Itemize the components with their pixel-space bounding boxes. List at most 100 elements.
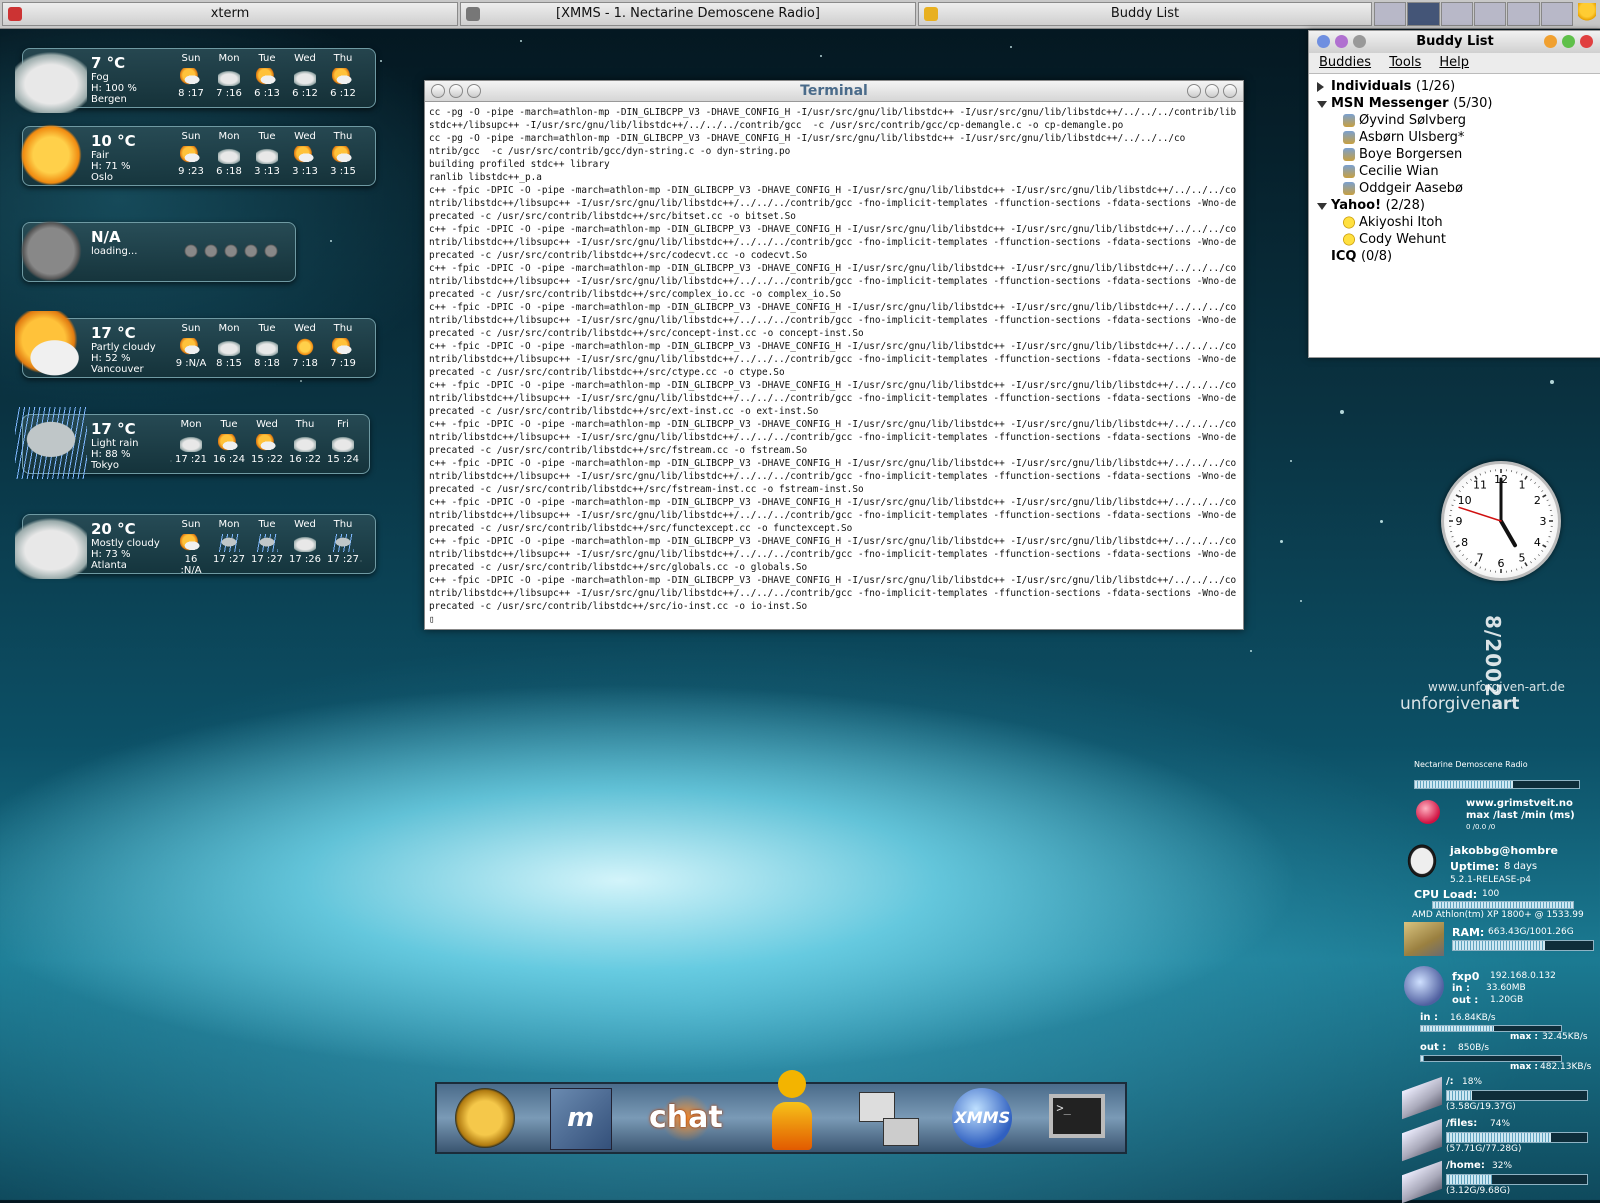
buddy-group[interactable]: Yahoo! (2/28) (1309, 197, 1600, 214)
thunder-icon (218, 534, 240, 552)
forecast-day-name: Mon (211, 519, 247, 530)
forecast-day-name: Tue (249, 53, 285, 64)
shade-button[interactable] (1335, 35, 1348, 48)
clock-tick (1549, 536, 1551, 537)
buddy-contact[interactable]: Akiyoshi Itoh (1309, 214, 1600, 231)
rate-in-value: 16.84KB/s (1450, 1013, 1496, 1023)
forecast-temps: 15 :24 (325, 454, 361, 465)
hard-disk-icon (1402, 1077, 1442, 1120)
workspace-3[interactable] (1441, 2, 1473, 26)
weather-widget[interactable]: N/Aloading... (22, 222, 296, 282)
buddy-contact[interactable]: Asbørn Ulsberg* (1309, 129, 1600, 146)
menu-help[interactable]: Help (1439, 55, 1469, 70)
weather-widget[interactable]: 17 °CPartly cloudyH: 52 %VancouverSun9 :… (22, 318, 376, 378)
workspace-1[interactable] (1374, 2, 1406, 26)
task-xterm[interactable]: xterm (2, 2, 458, 26)
expander-expanded-icon[interactable] (1317, 101, 1327, 108)
menu-tools[interactable]: Tools (1389, 55, 1421, 70)
menu-buddies[interactable]: Buddies (1319, 55, 1371, 70)
clock-tick (1549, 505, 1551, 506)
contact-name: Asbørn Ulsberg* (1359, 130, 1464, 145)
weather-widget[interactable]: 20 °CMostly cloudyH: 73 %AtlantaSun16 :N… (22, 514, 376, 574)
clock-numeral: 7 (1477, 551, 1484, 564)
task-xmms[interactable]: [XMMS - 1. Nectarine Demoscene Radio] (460, 2, 916, 26)
mail-dock-item[interactable] (451, 1084, 519, 1152)
forecast-day: Tue3 :13 (249, 131, 285, 177)
group-name: Individuals (1331, 79, 1411, 94)
weather-condition: Fog (91, 72, 177, 83)
clock-numeral: 11 (1473, 479, 1487, 492)
disk-usage: (3.12G/9.68G) (1446, 1186, 1510, 1196)
task-buddy-list[interactable]: Buddy List (918, 2, 1372, 26)
mozilla-dock-item[interactable]: m (546, 1084, 614, 1152)
clock-tick (1516, 472, 1517, 474)
maximize-button[interactable] (1562, 35, 1575, 48)
clock-tick (1480, 567, 1481, 569)
forecast-day: Thu7 :19 (325, 323, 361, 369)
buddy-contact[interactable]: Boye Borgersen (1309, 146, 1600, 163)
gaim-tray-icon[interactable] (1578, 3, 1596, 25)
expander-expanded-icon[interactable] (1317, 203, 1327, 210)
xchat-dock-item[interactable]: chat (641, 1084, 731, 1152)
close-button[interactable] (1223, 84, 1237, 98)
stick-button[interactable] (1353, 35, 1366, 48)
weather-temp: 7 °C (91, 54, 177, 72)
buddy-contact[interactable]: Øyvind Sølvberg (1309, 112, 1600, 129)
clock-tick (1530, 561, 1531, 563)
buddy-group[interactable]: Individuals (1/26) (1309, 78, 1600, 95)
close-button[interactable] (1580, 35, 1593, 48)
gaim-dock-item[interactable] (758, 1084, 826, 1152)
weather-humidity: H: 52 % (91, 353, 177, 364)
menu-button[interactable] (431, 84, 445, 98)
stick-button[interactable] (467, 84, 481, 98)
file-manager-dock-item[interactable] (853, 1084, 921, 1152)
forecast-temps: 7 :18 (287, 358, 323, 369)
forecast-temps: 17 :27 (211, 554, 247, 565)
buddy-group[interactable]: ICQ (0/8) (1309, 248, 1600, 265)
minimize-button[interactable] (1187, 84, 1201, 98)
expander-collapsed-icon[interactable] (1317, 82, 1324, 92)
buddy-list-window[interactable]: Buddy List Buddies Tools Help Individual… (1308, 30, 1600, 358)
terminal-window[interactable]: Terminal cc -pg -O -pipe -march=athlon-m… (424, 80, 1244, 630)
xmms-progress[interactable] (1414, 780, 1580, 789)
buddy-contact[interactable]: Cecilie Wian (1309, 163, 1600, 180)
brand-name: unforgiven (1400, 694, 1491, 714)
terminal-output[interactable]: cc -pg -O -pipe -march=athlon-mp -DIN_GL… (425, 102, 1243, 630)
forecast-day-name: Sun (173, 131, 209, 142)
analog-clock: 123456789101112 (1441, 461, 1561, 581)
terminal-titlebar[interactable]: Terminal (425, 81, 1243, 102)
forecast-temps: 3 :13 (287, 166, 323, 177)
net-out-value: 1.20GB (1490, 995, 1523, 1005)
msn-buddy-icon (1343, 148, 1355, 161)
cpu-model: AMD Athlon(tm) XP 1800+ @ 1533.99 (1412, 910, 1584, 920)
partly-sunny-icon (218, 434, 240, 452)
shade-button[interactable] (449, 84, 463, 98)
buddy-list-titlebar[interactable]: Buddy List (1309, 31, 1600, 53)
forecast-day: Mon 17 :27 (211, 519, 247, 565)
clock-tick (1459, 550, 1461, 551)
workspace-6[interactable] (1541, 2, 1573, 26)
workspace-pager[interactable] (1374, 2, 1574, 26)
menu-button[interactable] (1317, 35, 1330, 48)
weather-widget[interactable]: 10 °CFairH: 71 %OsloSun9 :23Mon6 :18Tue3… (22, 126, 376, 186)
xmms-dock-item[interactable]: XMMS (948, 1084, 1016, 1152)
clock-tick (1541, 550, 1543, 551)
buddy-contact[interactable]: Oddgeir Aasebø (1309, 180, 1600, 197)
weather-widget[interactable]: 7 °CFogH: 100 %BergenSun8 :17Mon7 :16Tue… (22, 48, 376, 108)
clock-tick (1466, 558, 1467, 559)
minimize-button[interactable] (1544, 35, 1557, 48)
workspace-4[interactable] (1474, 2, 1506, 26)
workspace-5[interactable] (1507, 2, 1539, 26)
cloudy-icon (294, 434, 316, 452)
maximize-button[interactable] (1205, 84, 1219, 98)
workspace-2[interactable] (1407, 2, 1439, 26)
weather-widget[interactable]: 17 °CLight rainH: 88 %TokyoMon17 :21Tue1… (22, 414, 370, 474)
terminal-dock-item[interactable]: >_ (1043, 1084, 1111, 1152)
clock-tick (1543, 495, 1546, 497)
rate-out-label: out : (1420, 1042, 1446, 1053)
forecast-temps: 9 :N/A (173, 358, 209, 369)
buddy-contact[interactable]: Cody Wehunt (1309, 231, 1600, 248)
buddy-group[interactable]: MSN Messenger (5/30) (1309, 95, 1600, 112)
clock-tick (1453, 541, 1455, 542)
ping-icon (1416, 800, 1440, 824)
